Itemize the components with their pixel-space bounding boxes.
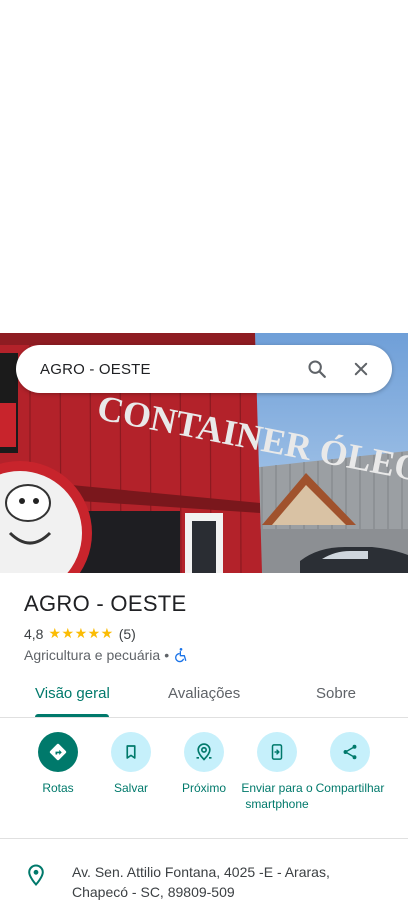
directions-icon <box>49 743 67 761</box>
category-row: Agricultura e pecuária • <box>24 647 189 663</box>
address-line-2: Chapecó - SC, 89809-509 <box>72 884 235 900</box>
directions-button[interactable]: Rotas <box>18 732 98 796</box>
place-name: AGRO - OESTE <box>24 591 187 616</box>
send-to-phone-circle <box>257 732 297 772</box>
section-divider <box>0 838 408 839</box>
tab-about[interactable]: Sobre <box>316 685 356 702</box>
search-button[interactable] <box>302 354 332 384</box>
wheelchair-accessible-icon <box>175 648 187 663</box>
place-category: Agricultura e pecuária <box>24 647 161 663</box>
save-button[interactable]: Salvar <box>91 732 171 796</box>
place-details-page: CONTAINER ÓLEO AGRO - OESTE AGRO - OESTE… <box>0 0 408 906</box>
category-separator: • <box>164 647 170 663</box>
address-text: Av. Sen. Attilio Fontana, 4025 -E - Arar… <box>72 862 372 902</box>
address-line-1: Av. Sen. Attilio Fontana, 4025 -E - Arar… <box>72 864 330 880</box>
save-label: Salvar <box>113 781 148 795</box>
close-button[interactable] <box>346 354 376 384</box>
place-tabs: Visão geral Avaliações Sobre <box>0 673 408 718</box>
save-circle <box>111 732 151 772</box>
share-circle <box>330 732 370 772</box>
search-icon <box>308 360 326 378</box>
nearby-label: Próximo <box>181 781 226 795</box>
share-button[interactable]: Compartilhar <box>310 732 390 796</box>
directions-circle <box>38 732 78 772</box>
directions-label: Rotas <box>42 781 74 795</box>
tab-overview[interactable]: Visão geral <box>35 685 110 702</box>
send-to-phone-label: Enviar para o smartphone <box>241 781 313 811</box>
bookmark-icon <box>126 745 136 759</box>
nearby-icon <box>196 743 212 761</box>
location-pin-icon <box>28 864 44 886</box>
send-to-phone-button[interactable]: Enviar para o smartphone <box>237 732 317 812</box>
star-rating-icon: ★★★★★ <box>48 625 114 641</box>
address-row[interactable]: Av. Sen. Attilio Fontana, 4025 -E - Arar… <box>24 862 372 902</box>
send-to-phone-icon <box>271 744 283 760</box>
rating-value: 4,8 <box>24 625 44 642</box>
action-buttons-row: Rotas Salvar Próximo Enviar para o smart… <box>0 732 408 828</box>
share-label: Compartilhar <box>315 781 385 795</box>
close-icon <box>354 362 368 376</box>
share-icon <box>343 744 357 760</box>
nearby-circle <box>184 732 224 772</box>
search-bar[interactable]: AGRO - OESTE <box>16 345 392 393</box>
active-tab-indicator <box>35 714 109 717</box>
tab-reviews[interactable]: Avaliações <box>168 685 240 702</box>
rating-row[interactable]: 4,8 ★★★★★ (5) <box>24 625 136 642</box>
nearby-button[interactable]: Próximo <box>164 732 244 796</box>
search-query-text[interactable]: AGRO - OESTE <box>40 361 302 378</box>
review-count: (5) <box>118 625 136 642</box>
